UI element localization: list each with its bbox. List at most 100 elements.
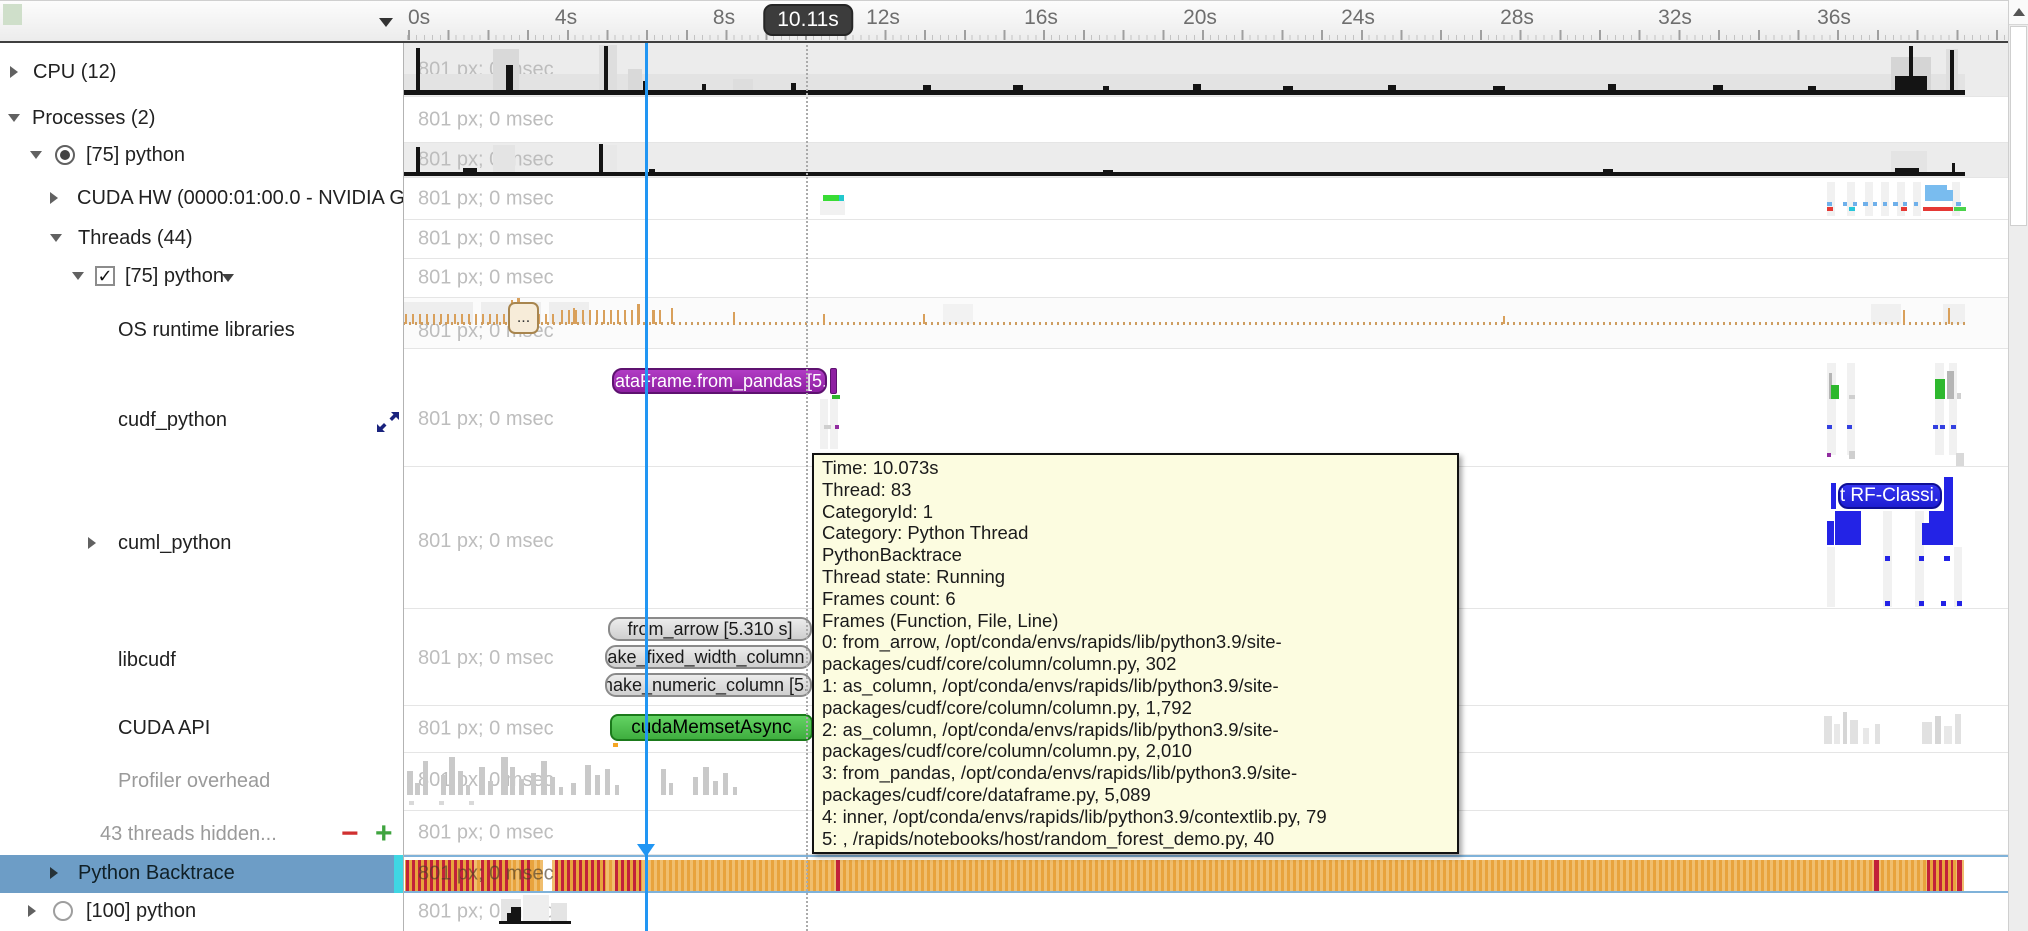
collapse-threads-button[interactable]: − [341,821,359,847]
expander-collapsed-icon[interactable] [88,537,96,549]
activity-mark [1831,385,1839,399]
expander-collapsed-icon[interactable] [10,66,18,78]
timeline-row-cudf-python[interactable]: 801 px; 0 msec DataFrame.from_pandas [5.… [403,349,2008,467]
timeline-row-threads[interactable]: 801 px; 0 msec [403,220,2008,259]
top-header: 0s 4s 8s 12s 16s 20s 24s 28s 32s 36s 10.… [0,0,2028,43]
backtrace-tooltip: Time: 10.073s Thread: 83 CategoryId: 1 C… [812,453,1459,854]
expander-expanded-icon[interactable] [30,151,42,159]
timeline-row-process-100-python[interactable]: 801 px; 0 msec [403,893,2008,931]
ruler-tick-label: 36s [1817,6,1851,30]
activity-mark [1853,202,1857,206]
activity-mark [1919,601,1924,606]
scrollbar-thumb[interactable] [2010,26,2027,226]
cuda-api-call-cudamemsetasync[interactable]: cudaMemsetAsync [610,714,813,741]
activity-mark [1951,425,1956,429]
expander-expanded-icon[interactable] [8,114,20,122]
activity-mark [1608,84,1616,90]
sidebar-item-cuda-api[interactable]: CUDA API [0,715,403,741]
activity-mark [1827,521,1834,545]
activity-mark [1895,76,1927,90]
tooltip-line: Thread: 83 [822,479,1449,501]
expander-collapsed-icon[interactable] [50,192,58,204]
expand-threads-button[interactable]: + [375,821,393,847]
sidebar-item-process-100-python[interactable]: [100] python [0,898,403,924]
sidebar-item-os-runtime-libraries[interactable]: OS runtime libraries [0,317,403,343]
nvtx-range-make-numeric-column[interactable]: make_numeric_column [5... [605,673,812,697]
sidebar-item-processes[interactable]: Processes (2) [0,105,403,131]
sidebar-item-threads-hidden: 43 threads hidden... − + [0,821,403,847]
radio-selected-icon[interactable] [55,145,75,165]
vertical-scrollbar[interactable] [2008,0,2028,931]
activity-mark [407,771,413,795]
sidebar-item-process-75-python[interactable]: [75] python [0,142,403,168]
activity-mark [1835,511,1861,545]
expander-collapsed-icon[interactable] [28,905,36,917]
thread-options-caret-icon[interactable] [222,274,234,282]
sidebar-item-cudf-python[interactable]: cudf_python [0,407,403,433]
sidebar-item-label: cudf_python [118,409,227,432]
sidebar-item-python-backtrace[interactable]: Python Backtrace [0,860,403,886]
activity-mark [573,308,575,324]
activity-mark [1827,453,1831,457]
expander-expanded-icon[interactable] [50,234,62,242]
activity-mark [653,310,655,324]
activity-mark [1901,207,1907,211]
activity-mark [791,83,796,90]
sidebar-item-label: [75] python [125,265,224,288]
timeline-cursor-line[interactable] [645,40,648,931]
timeline-cursor-arrow-icon [637,844,655,857]
radio-unselected-icon[interactable] [53,901,73,921]
sidebar-item-cuda-hw[interactable]: CUDA HW (0000:01:00.0 - NVIDIA GeForce [0,185,403,211]
activity-mark [820,399,828,449]
activity-mark [723,773,728,795]
sidebar-item-threads[interactable]: Threads (44) [0,225,403,251]
activity-mark [1915,511,1924,607]
activity-mark [1950,50,1954,90]
tooltip-line: 1: as_column, /opt/conda/envs/rapids/lib… [822,675,1449,719]
sidebar-item-cpu[interactable]: CPU (12) [0,59,403,85]
ruler-major-ticks [403,30,2008,40]
timeline-row-thread-75-python[interactable]: 801 px; 0 msec [403,259,2008,298]
expand-row-icon[interactable] [375,410,401,434]
chevron-down-icon[interactable] [379,18,393,27]
nvtx-range-make-fixed-width-column[interactable]: make_fixed_width_column ... [605,645,812,669]
sidebar-item-libcudf[interactable]: libcudf [0,647,403,673]
nvtx-range-from-arrow[interactable]: from_arrow [5.310 s] [608,617,812,641]
activity-mark [1955,714,1961,744]
activity-mark [403,74,1965,91]
expander-expanded-icon[interactable] [72,272,84,280]
timeline-row-process-75-python[interactable]: 801 px; 0 msec [403,143,2008,178]
activity-mark [605,769,610,795]
sidebar-item-profiler-overhead[interactable]: Profiler overhead [0,768,403,794]
timeline-row-processes[interactable]: 801 px; 0 msec [403,97,2008,143]
sidebar-item-label: Threads (44) [78,227,193,250]
timeline-row-os-runtime-libraries[interactable]: 801 px; 0 msec ... [403,298,2008,349]
checkbox-checked-icon[interactable]: ✓ [95,266,115,286]
activity-mark [1909,46,1913,90]
timeline-row-cpu[interactable]: 801 px; 0 msec [403,43,2008,97]
scroll-up-button[interactable] [2009,0,2028,25]
sidebar-item-label: [100] python [86,900,196,923]
activity-mark [1913,182,1921,216]
activity-mark [1947,190,1953,201]
activity-mark [1847,363,1855,455]
tooltip-line: Thread state: Running [822,566,1449,588]
activity-mark [1954,547,1962,607]
nvtx-range-small[interactable] [830,368,837,394]
python-backtrace-activity-bar[interactable] [405,860,1964,891]
activity-mark [823,314,825,324]
timeline-row-python-backtrace[interactable]: 801 px; 0 msec [403,855,2008,893]
activity-mark [1893,202,1898,206]
tooltip-line: Frames count: 6 [822,588,1449,610]
collapsed-events-button[interactable]: ... [508,302,539,334]
row-size-label: 801 px; 0 msec [418,228,554,251]
sidebar-item-cuml-python[interactable]: cuml_python [0,530,403,556]
activity-mark [1808,86,1816,90]
activity-mark [571,783,576,795]
timeline-row-cuda-hw[interactable]: 801 px; 0 msec [403,178,2008,220]
sidebar-item-thread-75-python[interactable]: ✓ [75] python [0,263,403,289]
expander-collapsed-icon[interactable] [50,867,58,879]
timeline-ruler[interactable]: 0s 4s 8s 12s 16s 20s 24s 28s 32s 36s 10.… [403,1,2008,41]
activity-mark [824,425,831,429]
nvtx-range-fit-rf-classifier[interactable]: fit RF-Classi... [1838,483,1942,509]
